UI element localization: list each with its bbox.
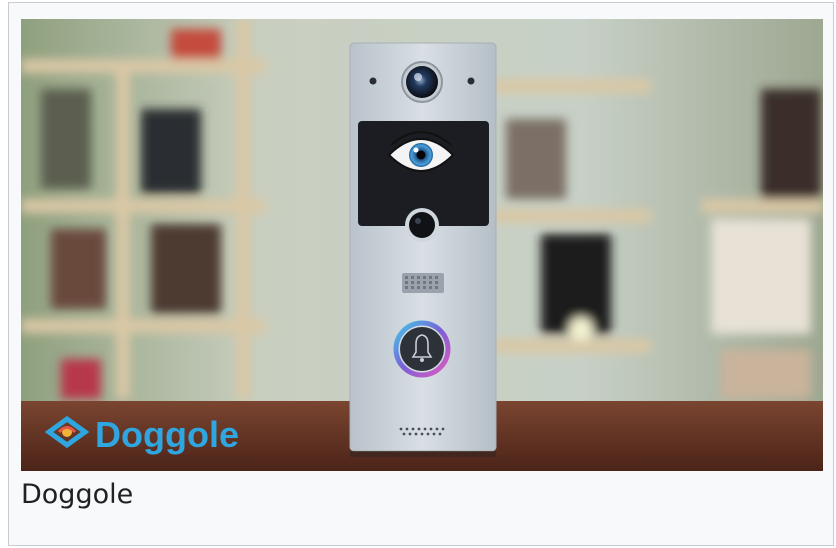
bell-button[interactable] — [393, 320, 451, 378]
image-caption: Doggole — [21, 479, 134, 510]
doorbell-photo[interactable]: Doggole — [21, 19, 823, 471]
speaker-grille — [402, 273, 444, 293]
sensor-icon — [409, 212, 435, 238]
doorbell-device — [349, 42, 497, 457]
status-led — [467, 77, 475, 85]
image-card: Doggole Doggole — [8, 2, 834, 546]
camera-lens-icon — [406, 66, 438, 98]
logo-text: Doggole — [95, 414, 239, 455]
status-led — [369, 77, 377, 85]
doorbell-scene: Doggole — [21, 19, 823, 471]
